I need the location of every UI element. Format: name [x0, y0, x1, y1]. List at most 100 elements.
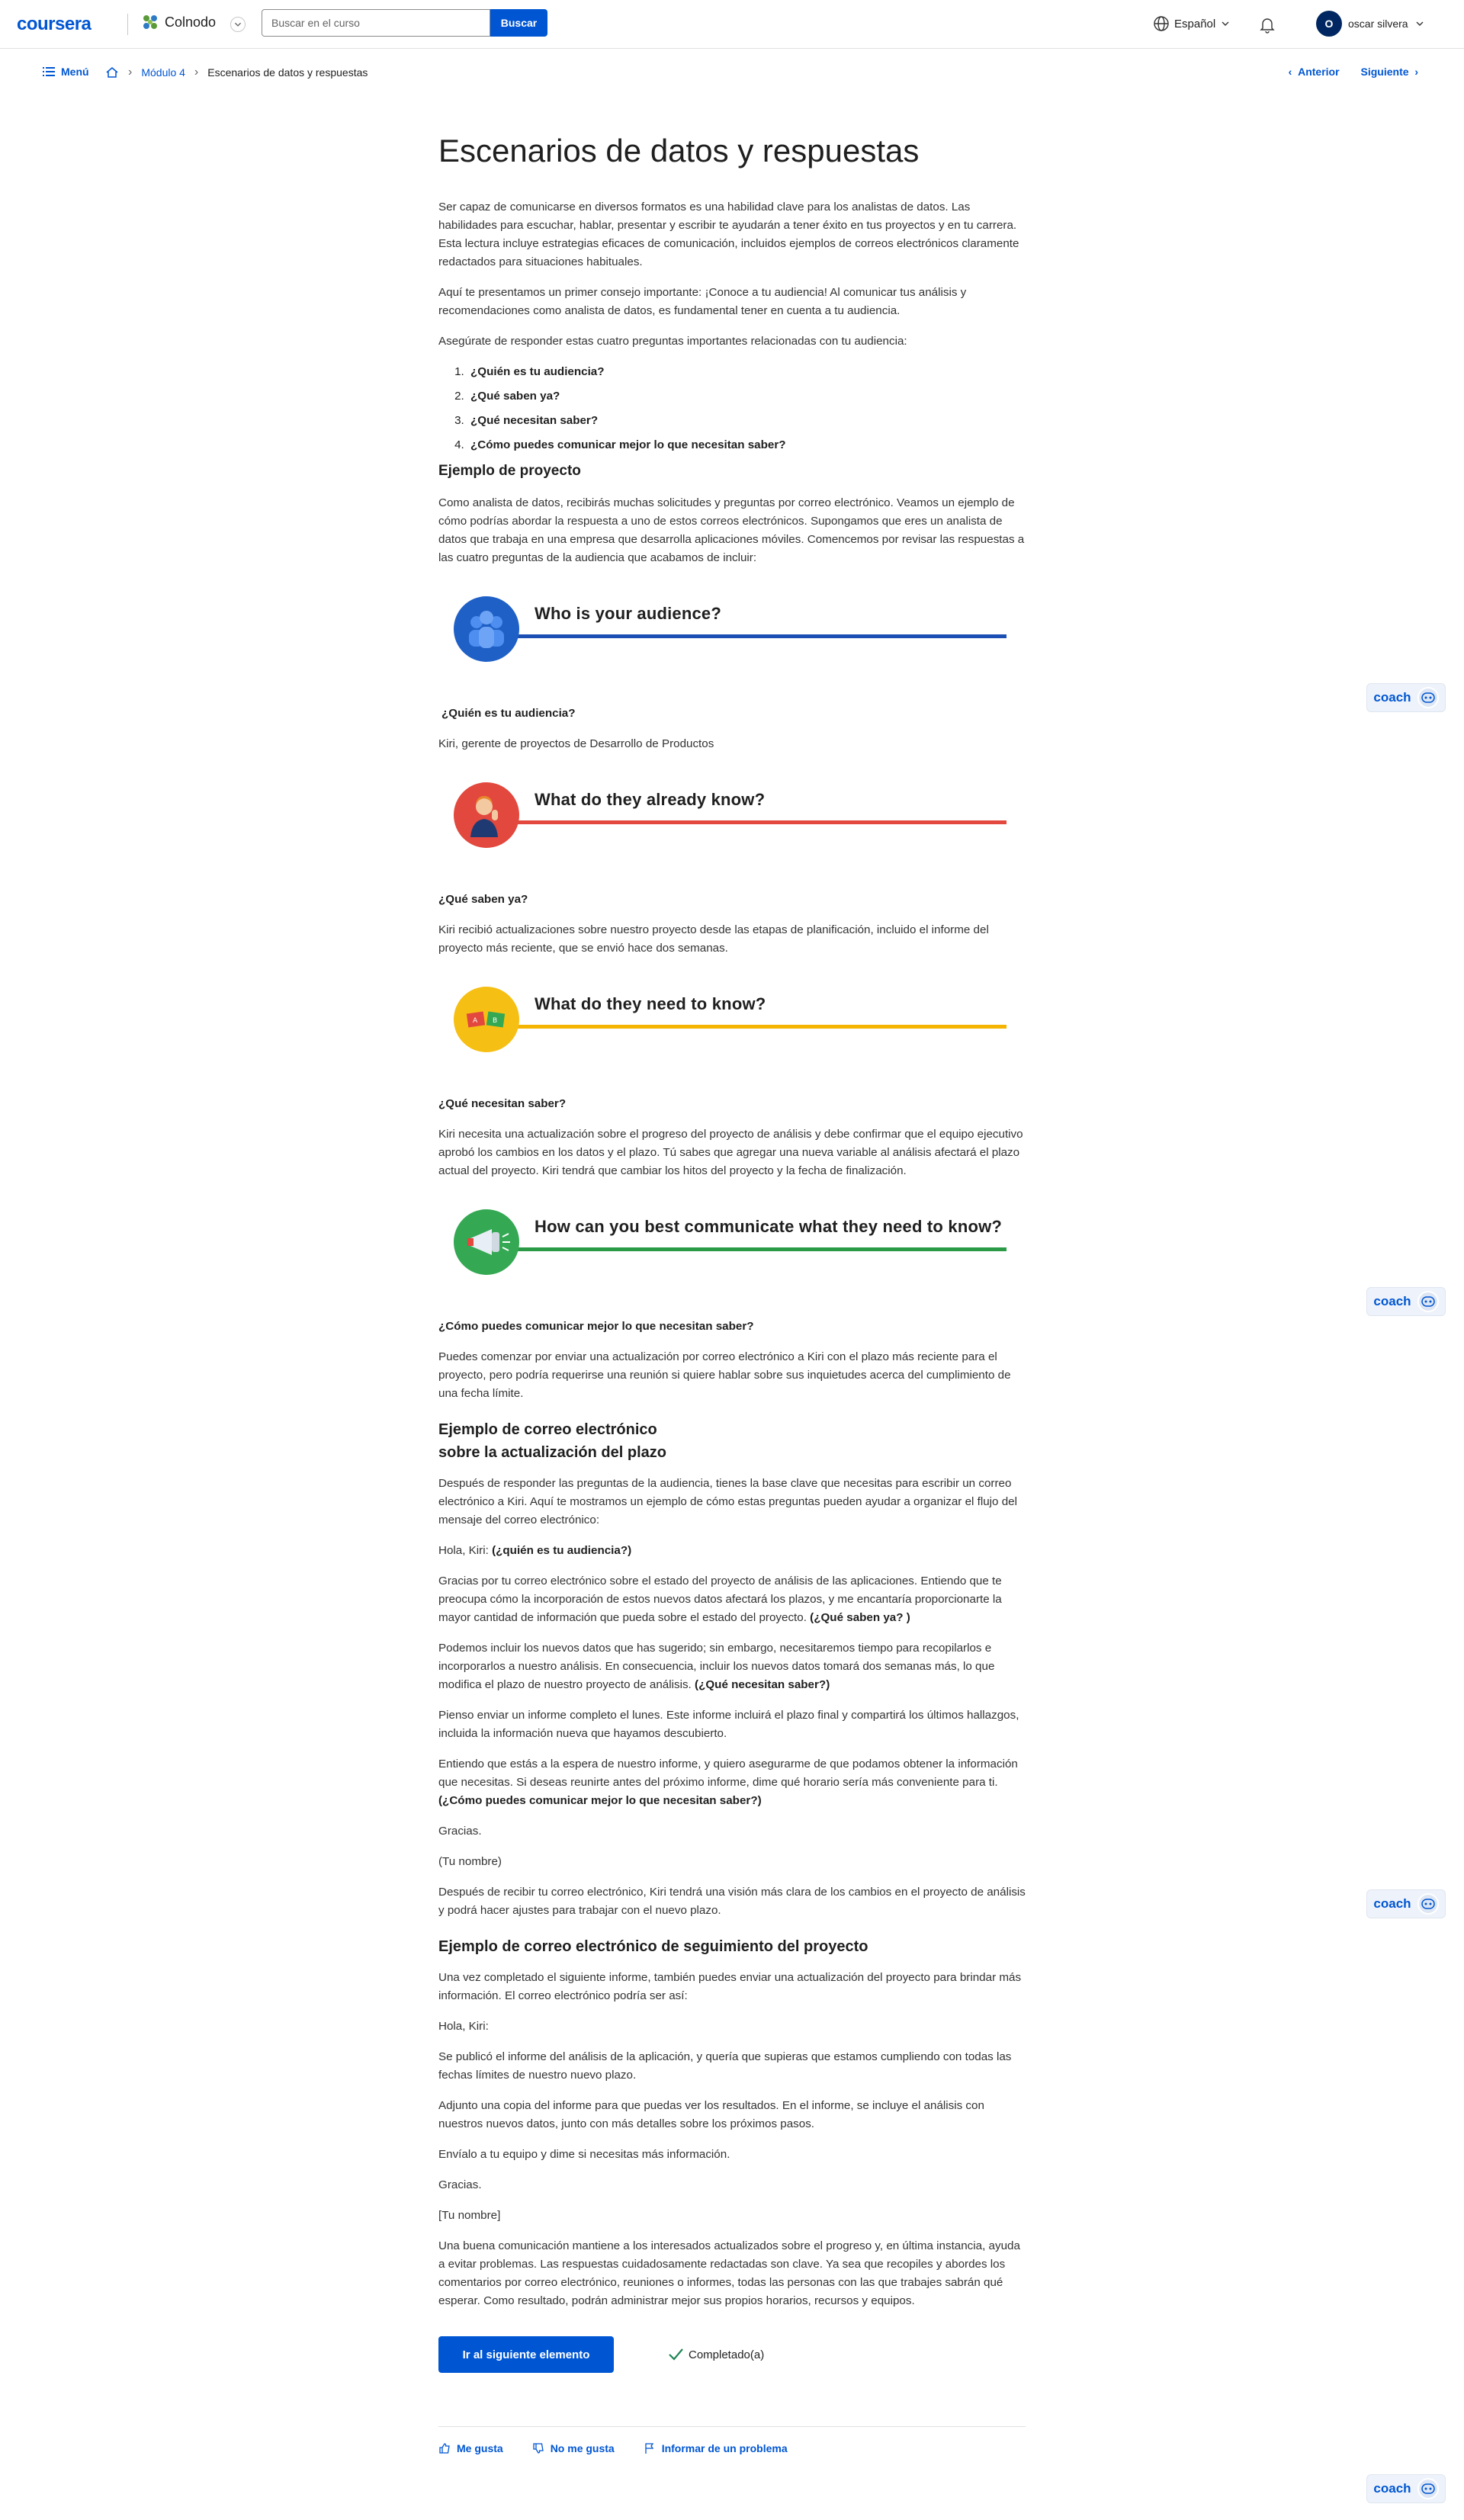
breadcrumb-module-link[interactable]: Módulo 4 — [141, 66, 185, 79]
question-heading: ¿Quién es tu audiencia? — [441, 707, 576, 720]
email-text: Hola, Kiri: — [438, 1544, 493, 1557]
chevron-right-icon: › — [194, 66, 199, 79]
partner-name: Colnodo — [165, 14, 217, 30]
robot-face-icon — [1417, 1291, 1439, 1312]
item-navigation: ‹ Anterior Siguiente › — [1289, 66, 1418, 78]
checkmark-icon — [669, 2348, 683, 2361]
top-header: coursera Colnodo Buscar Español O oscar … — [0, 0, 1464, 49]
intro-paragraph: Ser capaz de comunicarse en diversos for… — [438, 201, 1019, 268]
completed-label: Completado(a) — [689, 2348, 765, 2361]
audience-questions-list: ¿Quién es tu audiencia? ¿Qué saben ya? ¿… — [467, 363, 1026, 454]
notifications-bell-icon[interactable] — [1257, 14, 1278, 35]
breadcrumb: › Módulo 4 › Escenarios de datos y respu… — [105, 66, 368, 79]
partner-dropdown-chevron-icon[interactable] — [230, 17, 246, 32]
page-title: Escenarios de datos y respuestas — [438, 133, 920, 169]
flag-icon — [645, 2443, 653, 2454]
email-line: Hola, Kiri: — [438, 2020, 489, 2033]
coach-button[interactable]: coach — [1366, 683, 1446, 712]
feedback-actions: Me gusta No me gusta Informar de un prob… — [438, 2442, 1026, 2454]
answer-paragraph: Kiri recibió actualizaciones sobre nuest… — [438, 923, 989, 955]
robot-face-icon — [1417, 1893, 1439, 1915]
search-button[interactable]: Buscar — [490, 9, 547, 37]
list-item: ¿Qué saben ya? — [467, 387, 1026, 406]
colnodo-logo-icon — [143, 15, 157, 29]
person-icon — [454, 782, 519, 848]
email-text: Gracias por tu correo electrónico sobre … — [438, 1575, 1002, 1624]
next-item-link[interactable]: Siguiente › — [1361, 66, 1418, 78]
paragraph: Después de responder las preguntas de la… — [438, 1477, 1017, 1526]
answer-paragraph: Kiri, gerente de proyectos de Desarrollo… — [438, 737, 714, 750]
coursera-logo[interactable]: coursera — [17, 14, 92, 35]
coach-label: coach — [1373, 1294, 1411, 1308]
home-icon[interactable] — [105, 66, 119, 79]
list-item: ¿Quién es tu audiencia? — [467, 363, 1026, 381]
coach-button[interactable]: coach — [1366, 1889, 1446, 1918]
email-line: Gracias por tu correo electrónico sobre … — [438, 1572, 1026, 1627]
email-line: Hola, Kiri: (¿quién es tu audiencia?) — [438, 1542, 1026, 1560]
banner-line — [511, 634, 1006, 638]
logo-divider — [127, 14, 128, 35]
intro-paragraph: Aquí te presentamos un primer consejo im… — [438, 286, 967, 317]
banner-title: What do they already know? — [535, 790, 766, 809]
section-heading: Ejemplo de proyecto — [438, 463, 581, 479]
course-search-input[interactable] — [262, 9, 490, 37]
email-line: Gracias. — [438, 1825, 482, 1838]
banner-line — [511, 820, 1006, 824]
report-problem-button[interactable]: Informar de un problema — [644, 2442, 788, 2454]
robot-face-icon — [1417, 687, 1439, 708]
list-menu-icon — [43, 67, 55, 76]
email-line: Adjunto una copia del informe para que p… — [438, 2099, 984, 2130]
paragraph: Una vez completado el siguiente informe,… — [438, 1971, 1022, 2002]
section-heading: Ejemplo de correo electrónico de seguimi… — [438, 1938, 868, 1955]
answer-paragraph: Puedes comenzar por enviar una actualiza… — [438, 1350, 1011, 1400]
coach-label: coach — [1373, 2481, 1411, 2496]
previous-label: Anterior — [1298, 66, 1340, 78]
user-menu[interactable]: O oscar silvera — [1316, 11, 1425, 37]
like-button[interactable]: Me gusta — [438, 2442, 503, 2454]
like-label: Me gusta — [457, 2442, 503, 2454]
question-heading: ¿Qué necesitan saber? — [438, 1097, 567, 1110]
language-selector[interactable]: Español — [1153, 15, 1231, 32]
banner-title: Who is your audience? — [535, 604, 722, 623]
section-heading: Ejemplo de correo electrónico sobre la a… — [438, 1418, 1026, 1464]
thumbs-up-icon — [439, 2443, 450, 2454]
email-line: Pienso enviar un informe completo el lun… — [438, 1709, 1019, 1740]
people-icon — [454, 596, 519, 662]
email-line: [Tu nombre] — [438, 2209, 501, 2222]
banner-best-communicate: How can you best communicate what they n… — [438, 1203, 1026, 1279]
menu-button[interactable]: Menú — [43, 66, 89, 78]
coach-button[interactable]: coach — [1366, 1287, 1446, 1316]
breadcrumb-current: Escenarios de datos y respuestas — [207, 66, 368, 79]
list-item: ¿Qué necesitan saber? — [467, 412, 1026, 430]
robot-face-icon — [1417, 2478, 1439, 2499]
email-text: Entiendo que estás a la espera de nuestr… — [438, 1758, 1018, 1789]
flags-icon: AB — [454, 987, 519, 1052]
email-line: (Tu nombre) — [438, 1855, 502, 1868]
list-item: ¿Cómo puedes comunicar mejor lo que nece… — [467, 436, 1026, 454]
banner-line — [511, 1247, 1006, 1251]
breadcrumb-bar: Menú › Módulo 4 › Escenarios de datos y … — [0, 49, 1464, 96]
partner-logo[interactable]: Colnodo — [140, 12, 216, 32]
next-item-button[interactable]: Ir al siguiente elemento — [438, 2336, 614, 2373]
question-heading: ¿Qué saben ya? — [438, 893, 528, 906]
email-line: Podemos incluir los nuevos datos que has… — [438, 1639, 1026, 1694]
completed-status: Completado(a) — [667, 2346, 764, 2363]
svg-text:A: A — [473, 1017, 478, 1025]
completion-row: Ir al siguiente elemento Completado(a) — [438, 2336, 1026, 2373]
chevron-right-icon: › — [128, 66, 133, 79]
email-annotation: (¿Qué necesitan saber?) — [695, 1678, 830, 1691]
avatar: O — [1316, 11, 1342, 37]
paragraph: Como analista de datos, recibirás muchas… — [438, 496, 1025, 564]
answer-paragraph: Kiri necesita una actualización sobre el… — [438, 1128, 1023, 1177]
coach-button[interactable]: coach — [1366, 2474, 1446, 2503]
report-label: Informar de un problema — [661, 2442, 788, 2454]
email-line: Se publicó el informe del análisis de la… — [438, 2050, 1012, 2082]
dislike-button[interactable]: No me gusta — [532, 2442, 615, 2454]
closing-paragraph: Una buena comunicación mantiene a los in… — [438, 2239, 1020, 2307]
banner-who-audience: Who is your audience? — [438, 590, 1026, 666]
chevron-down-icon — [1416, 21, 1424, 26]
coach-label: coach — [1373, 1896, 1411, 1911]
previous-item-link[interactable]: ‹ Anterior — [1289, 66, 1340, 78]
user-name: oscar silvera — [1348, 18, 1408, 30]
email-annotation: (¿quién es tu audiencia?) — [492, 1544, 632, 1557]
